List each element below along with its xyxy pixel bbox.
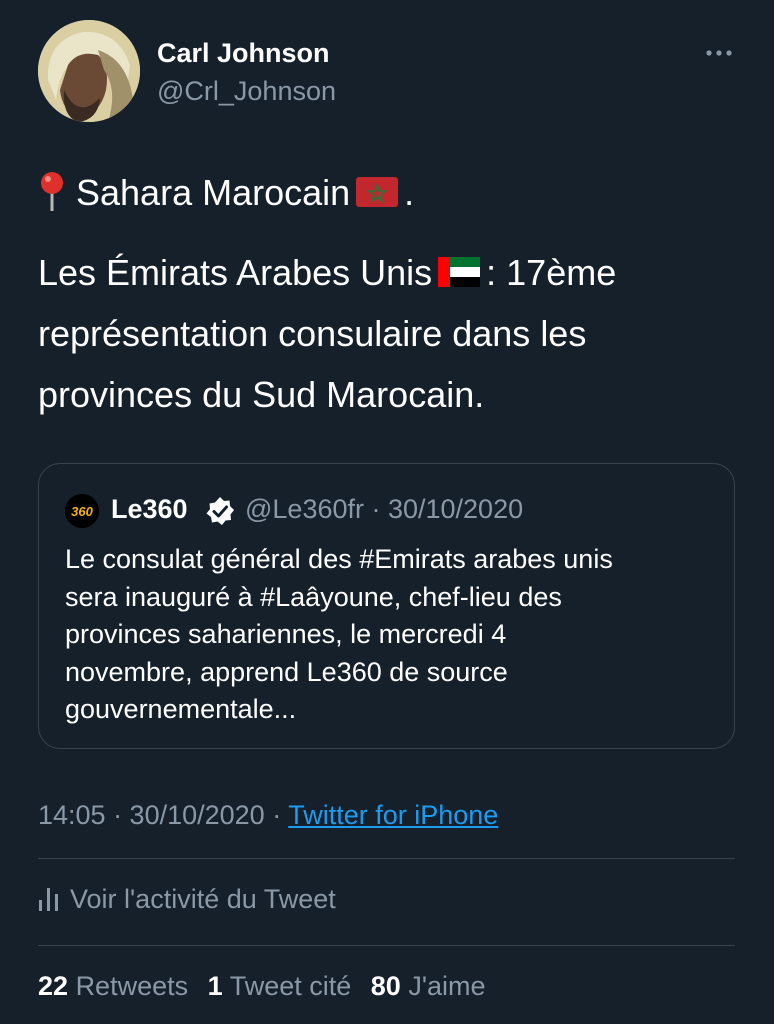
quoted-handle-date: @Le360fr · 30/10/2020 <box>245 494 524 524</box>
divider <box>38 945 735 946</box>
quoted-text-line: novembre, apprend Le360 de source <box>65 657 508 687</box>
likes-label: J'aime <box>408 971 486 1001</box>
divider <box>38 858 735 859</box>
quoted-text-line: provinces sahariennes, le mercredi 4 <box>65 619 507 649</box>
tweet-line-4: provinces du Sud Marocain. <box>38 374 485 415</box>
quoted-text-line: sera inauguré à #Laâyoune, chef-lieu des <box>65 582 562 612</box>
verified-badge-icon <box>205 496 235 526</box>
source-link[interactable]: Twitter for iPhone <box>288 800 498 830</box>
tweet-line-2: Les Émirats Arabes Unis : 17ème <box>38 245 616 303</box>
author-handle[interactable]: @Crl_Johnson <box>157 76 336 107</box>
quoted-text-line: Le consulat général des #Emirats arabes … <box>65 544 613 574</box>
likes-count: 80 <box>370 971 401 1001</box>
retweets-label: Retweets <box>75 971 189 1001</box>
quoted-author-name: Le360 <box>111 494 188 524</box>
quotes-count: 1 <box>207 971 223 1001</box>
tweet-timestamp: 14:05 · 30/10/2020 · Twitter for iPhone <box>38 800 498 831</box>
time-date: 14:05 · 30/10/2020 · <box>38 800 289 830</box>
retweets-count: 22 <box>38 971 69 1001</box>
likes-stat[interactable]: 80 J'aime <box>371 971 486 1001</box>
tweet-line-2-text-b: : 17ème <box>486 252 617 293</box>
avatar[interactable] <box>38 20 140 122</box>
quote-tweets-stat[interactable]: 1 Tweet cité <box>208 971 352 1001</box>
svg-text:360: 360 <box>71 504 93 519</box>
quoted-text-line: gouvernementale... <box>65 694 297 724</box>
uae-flag-icon <box>438 247 481 303</box>
quoted-tweet[interactable]: 360 Le360 @Le360fr · 30/10/2020 Le consu… <box>38 463 735 749</box>
more-icon[interactable] <box>704 38 734 68</box>
quotes-label: Tweet cité <box>229 971 352 1001</box>
tweet-line-3: représentation consulaire dans les <box>38 313 587 354</box>
le360-logo: 360 <box>65 494 99 528</box>
activity-label: Voir l'activité du Tweet <box>70 884 336 914</box>
pin-icon <box>38 171 66 227</box>
tweet-line-1: Sahara Marocain . <box>38 165 414 227</box>
tweet-stats: 22 Retweets 1 Tweet cité 80 J'aime <box>38 971 498 1002</box>
tweet-line-1-suffix: . <box>404 172 415 213</box>
tweet-line-1-text: Sahara Marocain <box>76 172 351 213</box>
activity-chart-icon <box>38 886 60 919</box>
tweet-activity-button[interactable]: Voir l'activité du Tweet <box>38 884 336 919</box>
morocco-flag-icon <box>356 167 399 223</box>
retweets-stat[interactable]: 22 Retweets <box>38 971 188 1001</box>
author-name[interactable]: Carl Johnson <box>157 38 330 69</box>
tweet-line-2-text-a: Les Émirats Arabes Unis <box>38 252 433 293</box>
